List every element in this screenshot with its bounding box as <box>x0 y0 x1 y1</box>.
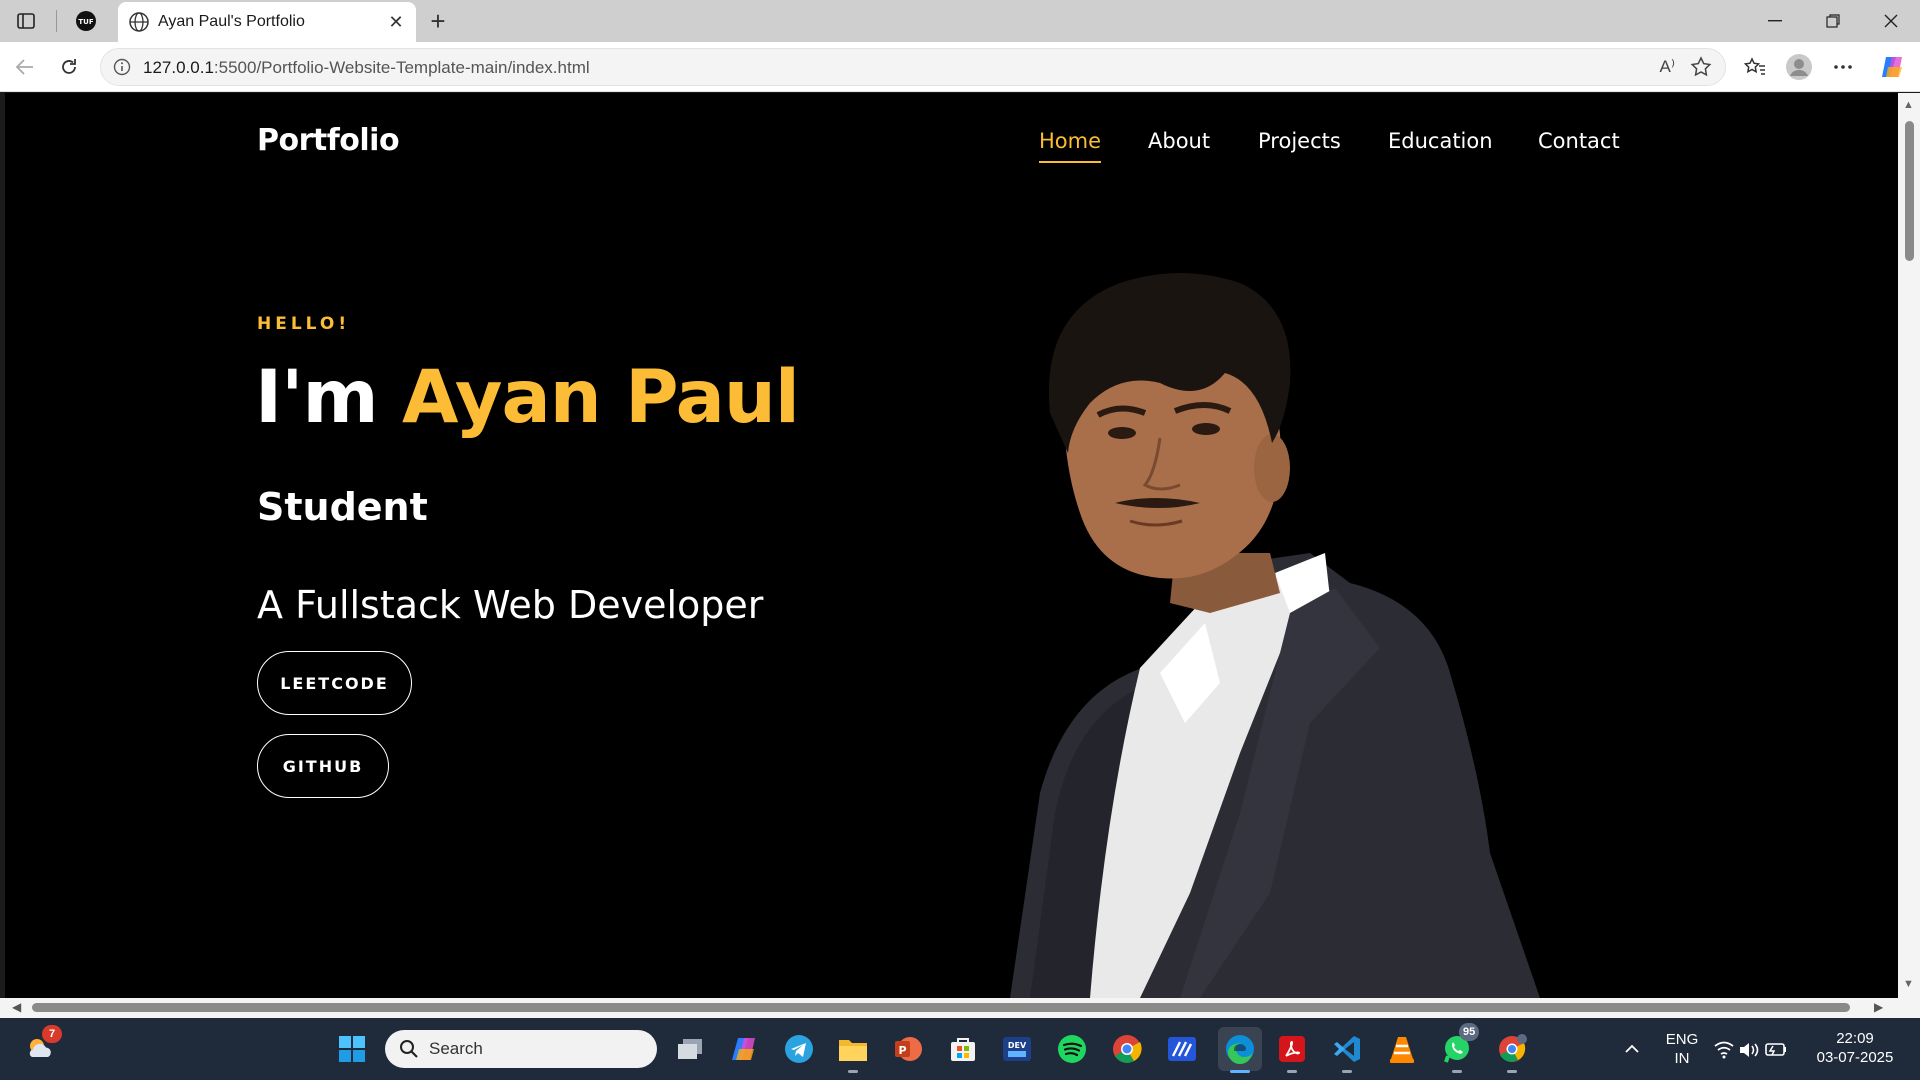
page-viewport: Portfolio Home About Projects Education … <box>5 93 1898 998</box>
more-menu-icon[interactable] <box>1826 51 1860 83</box>
sidebar-toggle-icon[interactable] <box>8 6 44 36</box>
running-indicator <box>1452 1070 1462 1073</box>
restore-icon[interactable] <box>1804 0 1862 42</box>
volume-icon <box>1740 1043 1759 1057</box>
whatsapp-icon[interactable]: 95 <box>1439 1023 1480 1073</box>
back-icon[interactable] <box>8 51 42 83</box>
scroll-down-icon[interactable]: ▼ <box>1903 978 1914 990</box>
hero-tagline: A Fullstack Web Developer <box>257 583 764 627</box>
dev-home-icon[interactable]: DEV <box>999 1031 1035 1067</box>
leetcode-button[interactable]: LEETCODE <box>257 651 412 715</box>
hero-headline: I'm Ayan Paul <box>255 355 800 440</box>
network-volume-battery[interactable] <box>1710 1031 1794 1067</box>
taskbar-search[interactable]: Search <box>385 1030 657 1068</box>
nav-projects[interactable]: Projects <box>1258 129 1341 153</box>
running-indicator <box>1230 1070 1250 1073</box>
hero-role: Student <box>257 485 428 529</box>
refresh-icon[interactable] <box>52 51 86 83</box>
spotify-icon[interactable] <box>1054 1031 1090 1067</box>
vertical-scrollbar[interactable]: ▲ ▼ <box>1898 93 1920 998</box>
url-text: 127.0.0.1:5500/Portfolio-Website-Templat… <box>143 58 590 77</box>
nav-home[interactable]: Home <box>1039 129 1102 163</box>
minimize-icon[interactable] <box>1746 0 1804 42</box>
tab-title: Ayan Paul's Portfolio <box>158 13 305 30</box>
svg-text:TUF: TUF <box>78 18 93 26</box>
horizontal-scroll-thumb[interactable] <box>32 1003 1850 1012</box>
hero-name: Ayan Paul <box>402 355 800 440</box>
vscode-icon[interactable] <box>1329 1031 1365 1073</box>
clock[interactable]: 22:09 03-07-2025 <box>1810 1029 1900 1067</box>
pinned-tab-tuf-icon[interactable]: TUF <box>68 6 104 36</box>
edge-icon[interactable] <box>1218 1027 1262 1073</box>
nav-education[interactable]: Education <box>1388 129 1493 153</box>
nav-about[interactable]: About <box>1148 129 1210 153</box>
github-button[interactable]: GITHUB <box>257 734 389 798</box>
site-info-icon[interactable] <box>113 58 131 81</box>
show-hidden-icons[interactable] <box>1614 1031 1650 1067</box>
profile-avatar-icon[interactable] <box>1782 51 1816 83</box>
input-language[interactable]: ENG IN <box>1664 1030 1700 1068</box>
profile-photo <box>1010 273 1540 998</box>
powerpoint-icon[interactable]: P <box>890 1031 926 1067</box>
whatsapp-badge: 95 <box>1459 1023 1480 1041</box>
weather-icon[interactable]: 7 <box>22 1025 62 1067</box>
task-view-icon[interactable] <box>672 1031 708 1067</box>
site-logo[interactable]: Portfolio <box>257 123 400 158</box>
svg-text:DEV: DEV <box>1008 1041 1027 1050</box>
ms-store-icon[interactable] <box>945 1031 981 1067</box>
svg-text:P: P <box>898 1044 906 1057</box>
start-icon[interactable] <box>334 1031 370 1067</box>
address-bar[interactable]: 127.0.0.1:5500/Portfolio-Website-Templat… <box>100 48 1726 86</box>
search-icon <box>399 1039 419 1064</box>
favorites-icon[interactable] <box>1738 51 1772 83</box>
app-icon[interactable] <box>1164 1031 1200 1067</box>
copilot-icon[interactable] <box>726 1031 762 1067</box>
windows-taskbar: 7 Search P DEV 95 ENG IN 22:09 03-07-202… <box>0 1018 1920 1080</box>
running-indicator <box>1507 1070 1517 1073</box>
new-tab-icon[interactable]: + <box>422 6 454 36</box>
telegram-icon[interactable] <box>781 1031 817 1067</box>
running-indicator <box>848 1070 858 1073</box>
scroll-right-icon[interactable]: ▶ <box>1874 1000 1883 1014</box>
hero-greeting: HELLO! <box>257 314 351 334</box>
globe-icon <box>128 11 150 38</box>
nav-contact[interactable]: Contact <box>1538 129 1620 153</box>
scroll-up-icon[interactable]: ▲ <box>1903 99 1914 111</box>
vertical-scroll-thumb[interactable] <box>1905 121 1914 261</box>
close-window-icon[interactable] <box>1862 0 1920 42</box>
vlc-icon[interactable] <box>1384 1031 1420 1067</box>
favorite-star-icon[interactable] <box>1689 55 1713 84</box>
wifi-icon <box>1714 1041 1734 1059</box>
copilot-icon[interactable] <box>1875 51 1909 83</box>
close-tab-icon[interactable]: ✕ <box>384 10 408 34</box>
chrome-profile-icon[interactable] <box>1494 1031 1530 1073</box>
running-indicator <box>1342 1070 1352 1073</box>
running-indicator <box>1287 1070 1297 1073</box>
active-tab[interactable]: Ayan Paul's Portfolio ✕ <box>118 2 416 42</box>
horizontal-scrollbar[interactable]: ◀ ▶ <box>0 998 1920 1018</box>
weather-badge: 7 <box>42 1025 62 1043</box>
read-aloud-icon[interactable]: A⁾ <box>1659 57 1675 77</box>
scroll-left-icon[interactable]: ◀ <box>12 1000 21 1014</box>
search-placeholder: Search <box>429 1039 483 1058</box>
tab-strip: TUF Ayan Paul's Portfolio ✕ + <box>0 0 1920 42</box>
browser-toolbar: 127.0.0.1:5500/Portfolio-Website-Templat… <box>0 42 1920 92</box>
divider <box>56 10 57 32</box>
battery-icon <box>1765 1043 1786 1056</box>
file-explorer-icon[interactable] <box>835 1031 871 1073</box>
chrome-icon[interactable] <box>1109 1031 1145 1067</box>
acrobat-icon[interactable] <box>1274 1031 1310 1073</box>
